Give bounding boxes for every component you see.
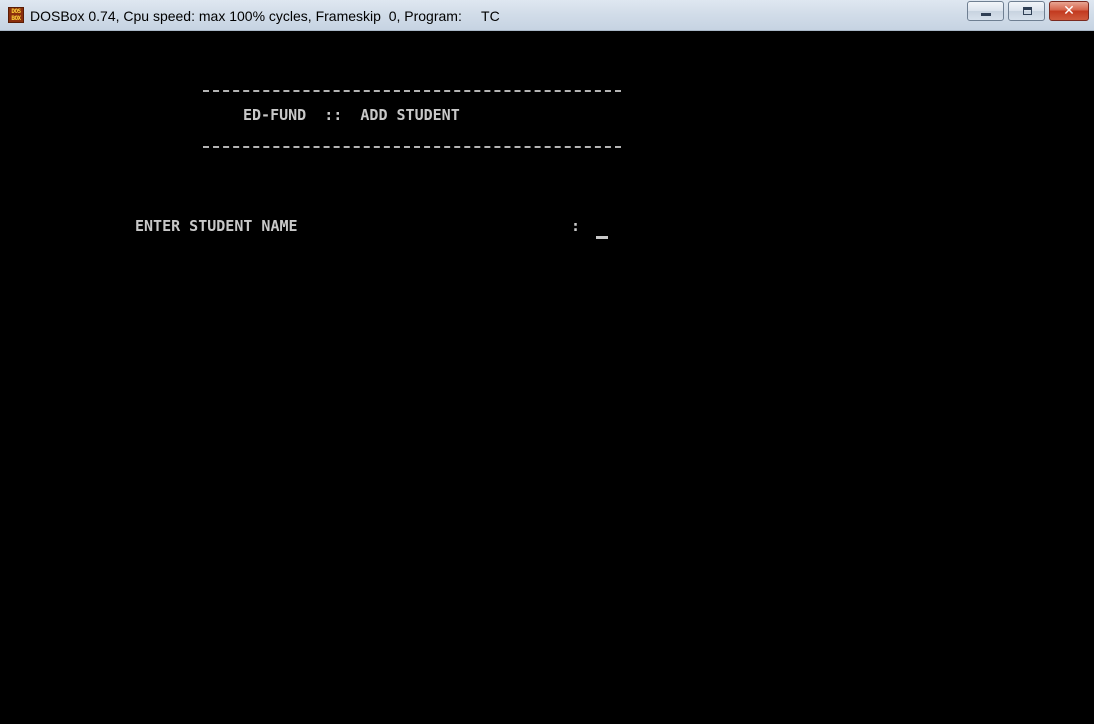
caption-buttons: ✕	[967, 1, 1089, 21]
minimize-button[interactable]	[967, 1, 1004, 21]
dos-screen[interactable]: ED-FUND :: ADD STUDENT ENTER STUDENT NAM…	[0, 31, 1094, 724]
window-title: DOSBox 0.74, Cpu speed: max 100% cycles,…	[30, 8, 500, 24]
minimize-icon	[981, 13, 991, 16]
header-title: ED-FUND :: ADD STUDENT	[243, 106, 460, 124]
dosbox-icon-text: DOS BOX	[11, 8, 21, 22]
close-button[interactable]: ✕	[1049, 1, 1089, 21]
dosbox-icon[interactable]: DOS BOX	[8, 7, 24, 23]
maximize-button[interactable]	[1008, 1, 1045, 21]
header-bottom-rule	[203, 146, 621, 148]
header-top-rule	[203, 90, 621, 92]
text-cursor	[596, 236, 608, 239]
prompt-separator: :	[571, 217, 581, 235]
maximize-icon	[1023, 7, 1032, 15]
prompt-label: ENTER STUDENT NAME	[135, 217, 298, 235]
title-bar[interactable]: DOS BOX DOSBox 0.74, Cpu speed: max 100%…	[0, 0, 1094, 31]
close-icon: ✕	[1063, 3, 1075, 19]
dosbox-window: DOS BOX DOSBox 0.74, Cpu speed: max 100%…	[0, 0, 1094, 724]
